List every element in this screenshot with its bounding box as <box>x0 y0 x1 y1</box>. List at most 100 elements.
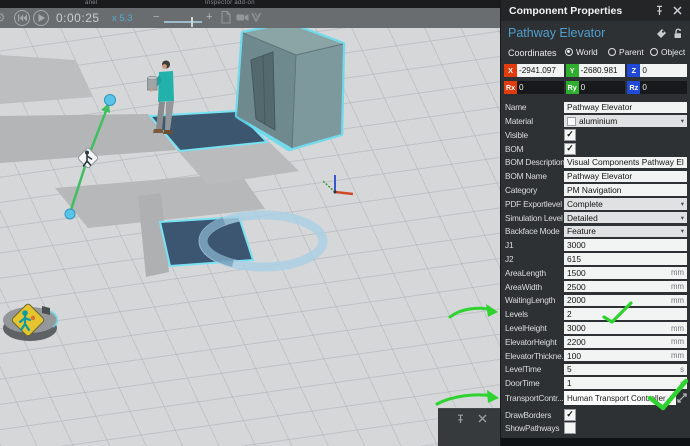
row-bom: BOM✓ <box>505 142 687 155</box>
viewport-3d[interactable] <box>0 0 500 446</box>
prop-label-j2: J2 <box>505 254 564 264</box>
radio-object[interactable]: Object <box>650 47 685 57</box>
top-clipped-strip: anel Inspector add-on <box>0 0 500 8</box>
row-waitinglength: WaitingLength2000mm <box>505 294 687 307</box>
pin-dock-icon[interactable] <box>456 414 465 424</box>
panel-title: Component Properties <box>509 5 622 17</box>
field-category[interactable]: PM Navigation <box>564 184 687 196</box>
y-position-field[interactable]: -2680.981 <box>579 64 626 77</box>
pathway-sign-pedestal[interactable] <box>3 303 57 341</box>
field-areawidth[interactable]: 2500mm <box>564 281 687 293</box>
speed-decrease-button[interactable]: − <box>153 11 159 23</box>
clipped-text: anel <box>85 0 98 6</box>
prop-label-bom-name: BOM Name <box>505 171 564 181</box>
scene-3d <box>0 0 500 446</box>
checkbox-bom[interactable]: ✓ <box>564 143 576 155</box>
checkbox-visible[interactable]: ✓ <box>564 129 576 141</box>
lock-open-icon[interactable] <box>673 28 684 39</box>
field-backface-mode[interactable]: Feature▾ <box>564 226 687 238</box>
record-video-icon[interactable] <box>236 13 249 22</box>
row-name: NamePathway Elevator <box>505 101 687 114</box>
prop-label-material: Material <box>505 116 564 126</box>
unit-label: mm <box>669 351 684 360</box>
row-elevatorthickne: ElevatorThickne...100mm <box>505 349 687 362</box>
rx-rotation-field[interactable]: 0 <box>517 81 564 94</box>
prop-label-bom: BOM <box>505 144 564 154</box>
rz-rotation-field[interactable]: 0 <box>640 81 687 94</box>
field-levelheight[interactable]: 3000mm <box>564 322 687 334</box>
prop-label-simulation-level: Simulation Level <box>505 213 564 223</box>
close-dock-icon[interactable] <box>478 414 487 423</box>
unit-label: mm <box>669 282 684 291</box>
field-levels[interactable]: 2 <box>564 308 687 320</box>
field-j2[interactable]: 615 <box>564 253 687 265</box>
field-bom-description[interactable]: Visual Components Pathway Elevator <box>564 157 687 169</box>
pin-panel-icon[interactable] <box>655 5 664 16</box>
prop-label-doortime: DoorTime <box>505 378 564 388</box>
rotation-row: Rx0 Ry0 Rz0 <box>504 81 687 94</box>
field-arealength[interactable]: 1500mm <box>564 267 687 279</box>
unit-label: mm <box>669 296 684 305</box>
prop-label-j1: J1 <box>505 240 564 250</box>
panel-footer <box>501 438 690 446</box>
row-arealength: AreaLength1500mm <box>505 267 687 280</box>
component-name: Pathway Elevator <box>508 26 605 40</box>
radio-parent[interactable]: Parent <box>608 47 644 57</box>
row-j2: J2615 <box>505 253 687 266</box>
field-material[interactable]: aluminium▾ <box>564 115 687 127</box>
material-swatch <box>567 117 576 126</box>
expand-icon[interactable] <box>676 393 687 403</box>
checkbox-drawborders[interactable]: ✓ <box>564 409 576 421</box>
row-levelheight: LevelHeight3000mm <box>505 322 687 335</box>
row-material: Materialaluminium▾ <box>505 115 687 128</box>
ry-axis-chip: Ry <box>566 81 579 94</box>
radio-circle <box>608 48 616 56</box>
z-position-field[interactable]: 0 <box>640 64 687 77</box>
tag-icon[interactable] <box>656 28 667 39</box>
property-grid: NamePathway ElevatorMaterialaluminium▾Vi… <box>505 101 687 436</box>
unit-label: s <box>678 365 684 374</box>
field-waitinglength[interactable]: 2000mm <box>564 295 687 307</box>
coordinates-row: Coordinates World Parent Object <box>501 45 690 61</box>
row-backface-mode: Backface ModeFeature▾ <box>505 225 687 238</box>
field-name[interactable]: Pathway Elevator <box>564 102 687 114</box>
x-position-field[interactable]: -2941.097 <box>517 64 564 77</box>
field-leveltime[interactable]: 5s <box>564 364 687 376</box>
export-pdf-icon[interactable] <box>221 11 231 24</box>
field-simulation-level[interactable]: Detailed▾ <box>564 212 687 224</box>
prop-label-leveltime: LevelTime <box>505 364 564 374</box>
field-transportcontr[interactable]: Human Transport Controller <box>564 391 676 405</box>
prop-label-showpathways: ShowPathways <box>505 423 564 433</box>
speed-increase-button[interactable]: + <box>206 11 212 23</box>
dropdown-arrow-icon: ▾ <box>681 200 684 208</box>
route-node[interactable] <box>65 209 75 219</box>
speed-slider[interactable] <box>164 21 202 23</box>
settings-gear-icon[interactable]: ⚙ <box>0 10 6 26</box>
radio-world[interactable]: World <box>565 47 598 57</box>
route-node[interactable] <box>105 95 116 106</box>
row-simulation-level: Simulation LevelDetailed▾ <box>505 211 687 224</box>
simulation-speed: x 5.3 <box>112 13 133 24</box>
prop-label-backface-mode: Backface Mode <box>505 226 564 236</box>
slider-handle[interactable] <box>191 17 193 27</box>
clipped-text: Inspector add-on <box>205 0 255 6</box>
checkbox-showpathways[interactable] <box>564 422 576 434</box>
rewind-button[interactable] <box>14 10 30 26</box>
radio-label: Parent <box>619 47 644 57</box>
play-button[interactable] <box>33 10 49 26</box>
unit-label: mm <box>669 324 684 333</box>
field-doortime[interactable]: 1s <box>564 377 687 389</box>
dropdown-arrow-icon: ▾ <box>681 117 684 125</box>
row-doortime: DoorTime1s <box>505 377 687 390</box>
ry-rotation-field[interactable]: 0 <box>579 81 626 94</box>
close-panel-icon[interactable] <box>673 6 682 15</box>
box-right-face <box>292 44 343 148</box>
field-pdf-exportlevel[interactable]: Complete▾ <box>564 198 687 210</box>
prop-label-elevatorheight: ElevatorHeight <box>505 337 564 347</box>
field-j1[interactable]: 3000 <box>564 239 687 251</box>
field-bom-name[interactable]: Pathway Elevator <box>564 171 687 183</box>
radio-circle <box>565 48 573 56</box>
field-elevatorheight[interactable]: 2200mm <box>564 336 687 348</box>
field-elevatorthickne[interactable]: 100mm <box>564 350 687 362</box>
row-elevatorheight: ElevatorHeight2200mm <box>505 336 687 349</box>
